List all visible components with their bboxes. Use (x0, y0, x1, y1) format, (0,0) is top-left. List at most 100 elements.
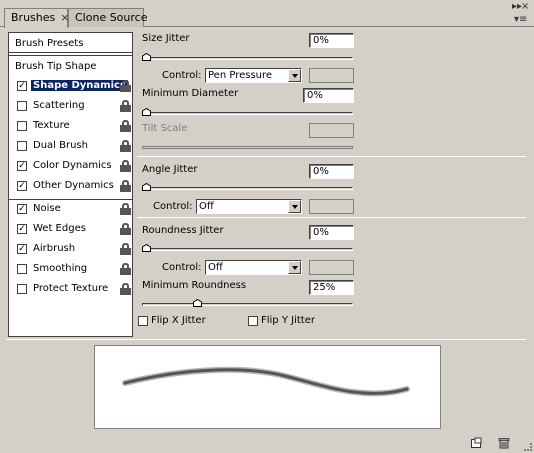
chevron-down-icon[interactable] (288, 261, 301, 274)
lock-icon[interactable] (120, 140, 131, 152)
tab-clone-source-label: Clone Source (75, 11, 148, 24)
min-diameter-slider[interactable] (142, 112, 353, 115)
flip-x-checkbox[interactable] (138, 316, 148, 326)
min-roundness-slider[interactable] (142, 303, 353, 306)
option-dual-brush[interactable]: Dual Brush (15, 139, 131, 155)
angle-control-label: Control: (153, 201, 193, 212)
roundness-control-label: Control: (162, 262, 202, 273)
option-wet-edges[interactable]: ✓ Wet Edges (15, 222, 131, 238)
option-label: Protect Texture (33, 283, 109, 294)
brush-options-list: Brush Presets Brush Tip Shape ✓ Shape Dy… (8, 32, 133, 337)
roundness-control-dropdown[interactable]: Off (205, 260, 302, 275)
resize-grip[interactable] (524, 443, 532, 451)
tab-bar: Brushes × Clone Source ▸▸ × ▾≡ (0, 0, 534, 28)
roundness-control-fade-input (309, 260, 354, 275)
option-scattering[interactable]: Scattering (15, 99, 131, 115)
checkbox[interactable] (17, 141, 27, 151)
separator (137, 156, 526, 157)
tab-clone-source[interactable]: Clone Source (68, 8, 148, 27)
checkbox[interactable]: ✓ (17, 244, 27, 254)
min-diameter-input[interactable]: 0% (303, 88, 354, 103)
min-roundness-input[interactable]: 25% (309, 280, 354, 295)
size-control-value: Pen Pressure (208, 70, 273, 81)
brush-presets-label: Brush Presets (15, 38, 84, 49)
checkbox[interactable] (17, 101, 27, 111)
flip-y-label: Flip Y Jitter (261, 315, 315, 326)
tab-brushes-label: Brushes (11, 11, 56, 24)
flip-y-checkbox[interactable] (248, 316, 258, 326)
checkbox[interactable]: ✓ (17, 181, 27, 191)
brush-stroke-preview (94, 345, 441, 429)
option-label: Color Dynamics (33, 160, 112, 171)
angle-jitter-slider-thumb[interactable] (142, 183, 151, 191)
lock-icon[interactable] (120, 120, 131, 132)
size-jitter-label: Size Jitter (142, 33, 190, 44)
tab-brushes[interactable]: Brushes × (4, 8, 69, 28)
angle-jitter-slider[interactable] (142, 187, 353, 190)
roundness-control-value: Off (208, 262, 223, 273)
chevron-down-icon[interactable] (288, 69, 301, 82)
checkbox[interactable] (17, 284, 27, 294)
checkbox[interactable]: ✓ (17, 161, 27, 171)
option-label: Shape Dynamics (31, 80, 128, 91)
divider (9, 199, 132, 200)
option-color-dynamics[interactable]: ✓ Color Dynamics (15, 159, 131, 175)
option-protect-texture[interactable]: Protect Texture (15, 282, 131, 298)
option-texture[interactable]: Texture (15, 119, 131, 135)
option-label: Other Dynamics (33, 180, 114, 191)
checkbox[interactable] (17, 121, 27, 131)
size-jitter-input[interactable]: 0% (309, 33, 354, 48)
min-diameter-slider-thumb[interactable] (142, 108, 151, 116)
checkbox[interactable]: ✓ (17, 81, 27, 91)
option-shape-dynamics[interactable]: ✓ Shape Dynamics (15, 79, 131, 95)
roundness-jitter-input[interactable]: 0% (309, 225, 354, 240)
lock-icon[interactable] (120, 283, 131, 295)
min-diameter-label: Minimum Diameter (142, 88, 239, 99)
option-label: Scattering (33, 100, 85, 111)
option-noise[interactable]: ✓ Noise (15, 202, 131, 218)
checkbox[interactable]: ✓ (17, 224, 27, 234)
angle-jitter-input[interactable]: 0% (309, 164, 354, 179)
size-control-label: Control: (162, 70, 202, 81)
min-roundness-slider-thumb[interactable] (192, 299, 202, 307)
tilt-scale-input (309, 123, 354, 138)
separator (137, 217, 526, 218)
brush-presets-button[interactable]: Brush Presets (9, 33, 132, 53)
angle-control-fade-input (309, 199, 354, 214)
size-control-dropdown[interactable]: Pen Pressure (205, 68, 302, 83)
stroke-preview-graphic (122, 366, 410, 397)
size-jitter-slider-thumb[interactable] (142, 53, 151, 61)
roundness-jitter-slider-thumb[interactable] (142, 244, 151, 252)
chevron-down-icon[interactable] (288, 200, 301, 213)
size-control-fade-input (309, 68, 354, 83)
lock-icon[interactable] (120, 263, 131, 275)
option-airbrush[interactable]: ✓ Airbrush (15, 242, 131, 258)
min-roundness-label: Minimum Roundness (142, 280, 247, 291)
option-smoothing[interactable]: Smoothing (15, 262, 131, 278)
angle-control-dropdown[interactable]: Off (196, 199, 302, 214)
lock-icon[interactable] (120, 100, 131, 112)
trash-icon[interactable] (498, 437, 510, 449)
lock-icon[interactable] (120, 160, 131, 172)
option-label: Texture (33, 120, 70, 131)
option-label: Noise (33, 203, 61, 214)
close-panel-icon[interactable]: × (521, 1, 529, 12)
checkbox[interactable]: ✓ (17, 204, 27, 214)
lock-icon[interactable] (120, 203, 131, 215)
lock-icon[interactable] (120, 80, 131, 92)
brush-tip-shape-label: Brush Tip Shape (15, 61, 97, 72)
lock-icon[interactable] (120, 180, 131, 192)
brush-tip-shape-button[interactable]: Brush Tip Shape (9, 56, 132, 76)
checkbox[interactable] (17, 264, 27, 274)
roundness-jitter-label: Roundness Jitter (142, 225, 224, 236)
lock-icon[interactable] (120, 243, 131, 255)
option-label: Airbrush (33, 243, 76, 254)
flip-x-label: Flip X Jitter (151, 315, 206, 326)
tilt-scale-slider (142, 146, 353, 149)
lock-icon[interactable] (120, 223, 131, 235)
option-other-dynamics[interactable]: ✓ Other Dynamics (15, 179, 131, 195)
create-new-brush-icon[interactable] (470, 437, 482, 449)
size-jitter-slider[interactable] (142, 57, 353, 60)
roundness-jitter-slider[interactable] (142, 248, 353, 251)
panel-menu-icon[interactable]: ▾≡ (514, 14, 527, 25)
